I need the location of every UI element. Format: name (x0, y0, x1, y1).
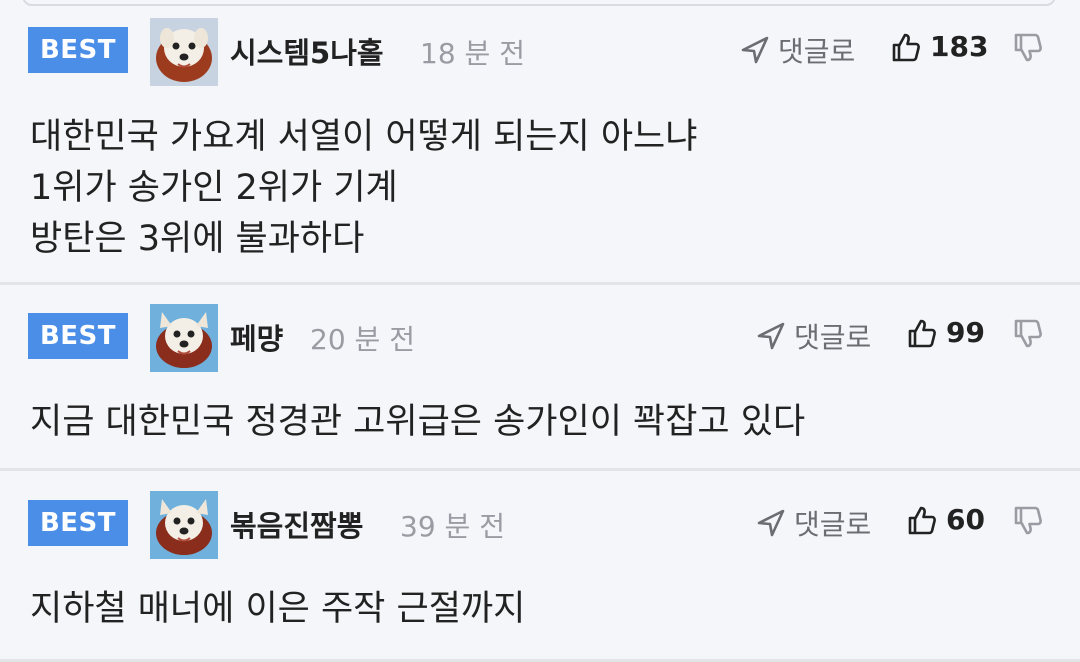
dislike-button[interactable] (1012, 32, 1044, 68)
comment-line: 방탄은 3위에 불과하다 (30, 219, 365, 259)
like-count: 183 (930, 30, 989, 63)
comment-header: BEST 볶음진짬뽕 39 분 전 댓글로 60 (0, 487, 1080, 567)
thumbs-down-icon (1014, 506, 1042, 535)
user-avatar[interactable] (150, 491, 218, 559)
thumbs-down-icon (1014, 319, 1042, 348)
reply-label: 댓글로 (794, 321, 872, 354)
timestamp: 39 분 전 (400, 510, 505, 543)
username[interactable]: 페먕 (230, 316, 283, 358)
comment-line: 대한민국 가요계 서열이 어떻게 되는지 아느냐 (30, 117, 698, 157)
reply-button[interactable]: 댓글로 (756, 316, 871, 356)
thumbs-up-icon (892, 33, 920, 61)
arrow-send-icon (757, 509, 785, 537)
username[interactable]: 시스템5나홀 (230, 30, 384, 72)
best-badge: BEST (28, 313, 128, 359)
reply-button[interactable]: 댓글로 (756, 503, 871, 543)
thumbs-up-icon (908, 319, 936, 347)
comment-header: BEST 페먕 20 분 전 댓글로 99 (0, 300, 1080, 380)
like-count: 99 (946, 316, 985, 349)
comment-line: 1위가 송가인 2위가 기계 (30, 168, 398, 208)
user-avatar[interactable] (150, 18, 218, 86)
dislike-button[interactable] (1012, 505, 1044, 541)
thumbs-down-icon (1014, 33, 1042, 62)
comment-body: 지하철 매너에 이은 주작 근절까지 (30, 584, 525, 635)
reply-label: 댓글로 (778, 35, 856, 68)
comment-body: 대한민국 가요계 서열이 어떻게 되는지 아느냐 1위가 송가인 2위가 기계 … (30, 112, 697, 265)
reply-label: 댓글로 (794, 508, 872, 541)
timestamp: 18 분 전 (420, 37, 525, 70)
reply-button[interactable]: 댓글로 (740, 30, 855, 70)
thumbs-up-icon (908, 506, 936, 534)
user-avatar[interactable] (150, 304, 218, 372)
comment-item: BEST 볶음진짬뽕 39 분 전 댓글로 60 지하철 매너에 이은 주작 근… (0, 471, 1080, 662)
like-button[interactable]: 60 (906, 503, 985, 536)
arrow-send-icon (757, 322, 785, 350)
like-button[interactable]: 99 (906, 316, 985, 349)
puppy-avatar-icon (150, 18, 218, 86)
comment-line: 지금 대한민국 정경관 고위급은 송가인이 꽉잡고 있다 (30, 402, 806, 442)
comment-header: BEST 시스템5나홀 18 분 전 댓글로 183 (0, 14, 1080, 94)
best-badge: BEST (28, 500, 128, 546)
puppy-avatar-icon (150, 491, 218, 559)
username[interactable]: 볶음진짬뽕 (230, 503, 363, 545)
puppy-avatar-icon (150, 304, 218, 372)
comment-item: BEST 시스템5나홀 18 분 전 댓글로 183 대한민국 가요계 서열이 … (0, 0, 1080, 285)
like-count: 60 (946, 503, 985, 536)
best-badge: BEST (28, 27, 128, 73)
comment-body: 지금 대한민국 정경관 고위급은 송가인이 꽉잡고 있다 (30, 397, 805, 448)
comment-line: 지하철 매너에 이은 주작 근절까지 (30, 589, 526, 629)
arrow-send-icon (741, 36, 769, 64)
comment-item: BEST 페먕 20 분 전 댓글로 99 지금 대한민국 정경관 고위급은 송… (0, 285, 1080, 471)
dislike-button[interactable] (1012, 318, 1044, 354)
like-button[interactable]: 183 (890, 30, 988, 63)
timestamp: 20 분 전 (310, 323, 415, 356)
